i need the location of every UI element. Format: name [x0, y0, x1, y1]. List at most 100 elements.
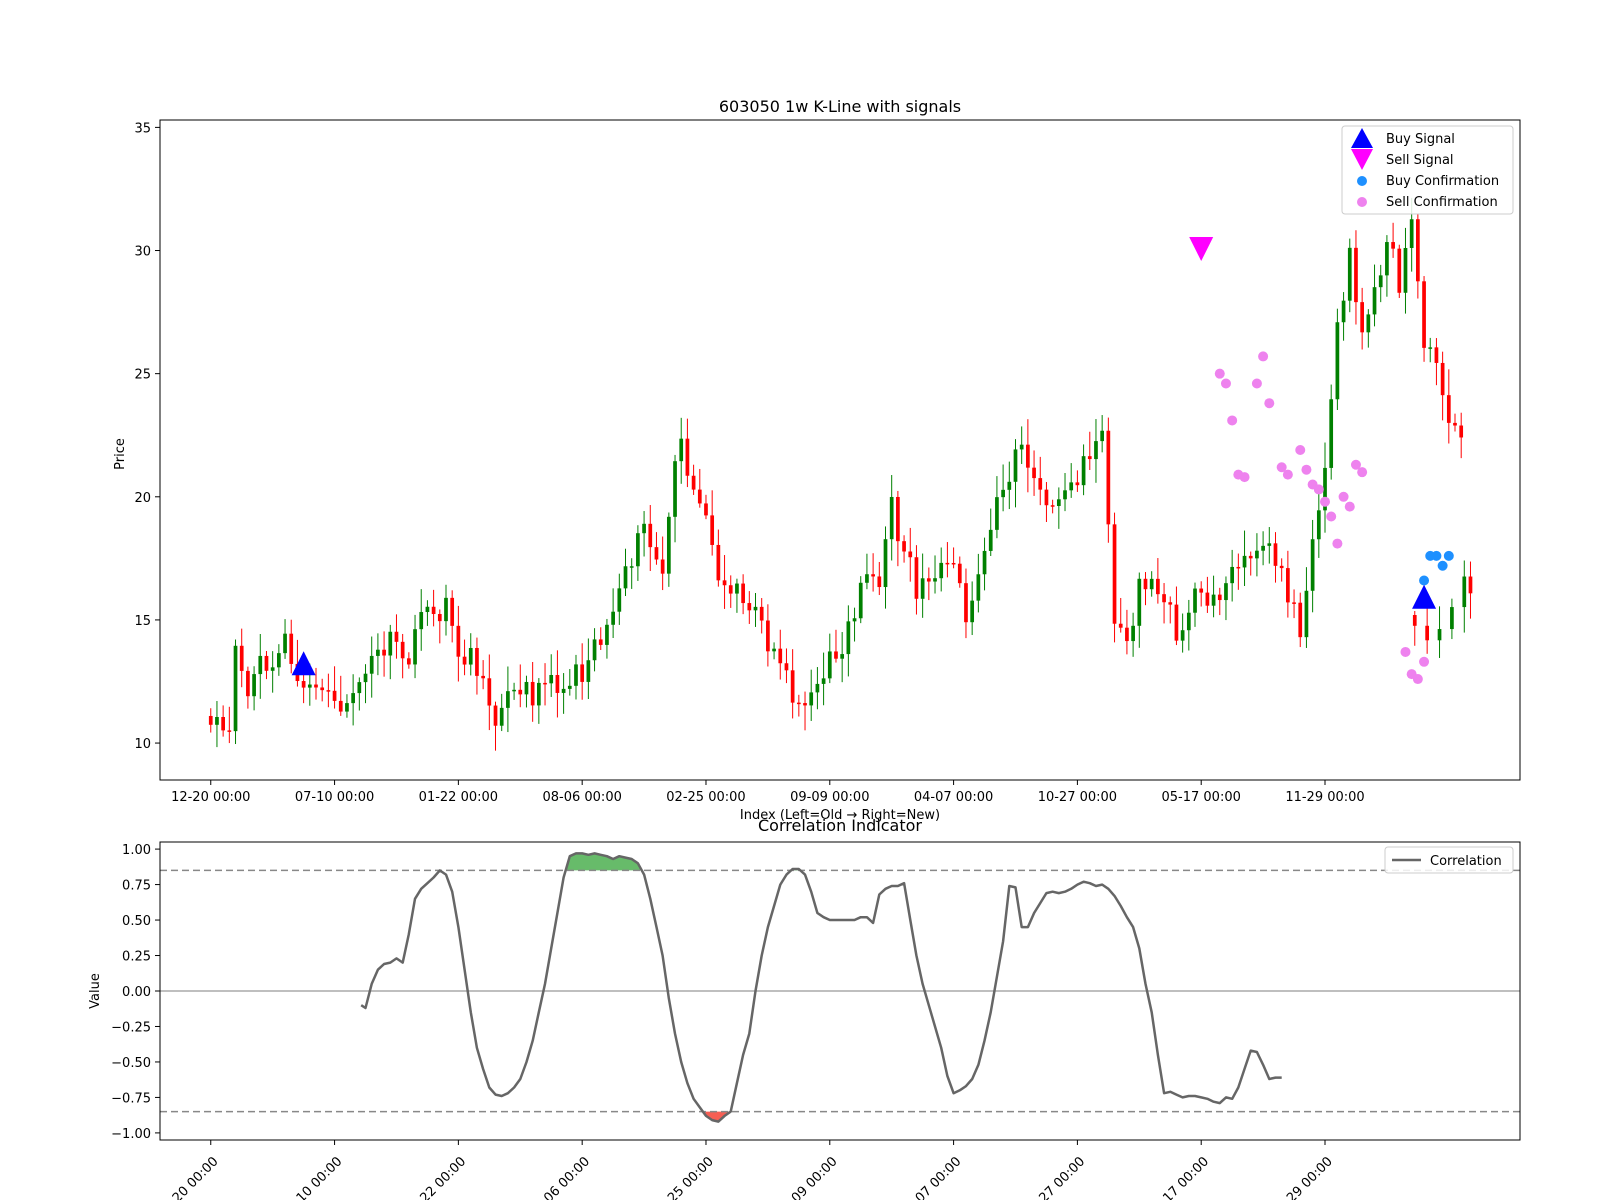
kline-y-tick-label: 15: [134, 614, 151, 629]
sell-confirmation-point: [1320, 496, 1331, 507]
candle-body: [394, 631, 399, 642]
candle-body: [567, 685, 572, 689]
candle-body: [215, 716, 219, 725]
sell-confirmation-point: [1338, 491, 1349, 502]
candle-body: [1205, 592, 1210, 606]
candle-body: [351, 693, 355, 704]
candle-body: [945, 562, 950, 565]
candle-body: [976, 574, 981, 601]
candle-body: [1440, 362, 1445, 396]
sell-confirmation-point: [1239, 472, 1250, 483]
sell-confirmation-point: [1400, 646, 1411, 657]
candle-body: [1056, 499, 1061, 507]
candle-body: [1261, 545, 1265, 551]
candle-body: [1335, 322, 1340, 400]
candle-body: [815, 683, 820, 693]
candle-body: [530, 681, 535, 706]
candle-body: [1450, 607, 1454, 630]
candle-body: [1186, 612, 1191, 631]
candle-body: [1075, 482, 1080, 486]
candle-body: [1087, 456, 1092, 460]
correlation-y-tick-label: −0.25: [111, 1020, 151, 1035]
kline-y-tick-label: 20: [134, 491, 151, 506]
candle-body: [660, 559, 665, 574]
candle-body: [1391, 242, 1395, 249]
candle-body: [1026, 444, 1030, 468]
candle-body: [926, 578, 931, 582]
candle-body: [623, 566, 628, 589]
candle-body: [1032, 467, 1036, 479]
figure: 603050 1w K-Line with signals Price Inde…: [0, 0, 1600, 1200]
candle-body: [289, 633, 294, 664]
candle-body: [270, 667, 275, 671]
candle-body: [276, 653, 281, 668]
candle-body: [957, 563, 962, 584]
candle-body: [444, 597, 448, 622]
sell-confirmation-point: [1258, 351, 1269, 362]
candle-body: [1279, 565, 1284, 569]
candle-body: [239, 645, 244, 671]
candle-body: [902, 541, 906, 552]
kline-x-tick-label: 08-06 00:00: [542, 790, 621, 805]
sell-confirmation-point: [1214, 368, 1225, 379]
candle-body: [1446, 395, 1451, 423]
candle-body: [1248, 555, 1253, 559]
candle-body: [357, 682, 362, 694]
candle-body: [735, 583, 739, 594]
candle-body: [747, 603, 752, 611]
candle-body: [425, 606, 430, 613]
candle-body: [1468, 576, 1473, 594]
candle-body: [493, 705, 498, 726]
sell-confirmation-point: [1227, 415, 1238, 426]
candle-body: [1019, 444, 1024, 450]
candle-body: [1230, 566, 1235, 584]
candle-body: [605, 624, 609, 645]
candle-body: [1069, 482, 1074, 491]
candle-body: [636, 533, 640, 567]
candle-body: [1428, 347, 1433, 349]
candle-body: [1310, 539, 1315, 591]
candle-body: [914, 557, 919, 599]
candle-body: [1106, 430, 1111, 525]
candle-body: [475, 647, 479, 676]
sell-confirmation-point: [1220, 378, 1231, 389]
candle-body: [759, 606, 764, 621]
candle-body: [1360, 302, 1365, 333]
candle-body: [561, 688, 566, 693]
candle-body: [666, 516, 671, 574]
candle-body: [1397, 248, 1402, 293]
candle-body: [314, 684, 318, 688]
candle-body: [506, 691, 510, 708]
candle-body: [827, 651, 832, 679]
candle-body: [549, 674, 554, 684]
candle-body: [933, 578, 937, 582]
candle-body: [499, 707, 504, 726]
buy-confirmation-point: [1431, 550, 1442, 561]
kline-x-tick-label: 07-10 00:00: [295, 790, 374, 805]
candle-body: [1001, 489, 1005, 498]
candle-body: [1412, 615, 1417, 626]
candle-body: [1273, 543, 1278, 566]
candle-body: [326, 690, 331, 692]
candle-body: [1013, 449, 1018, 482]
candle-body: [982, 550, 987, 575]
candle-body: [487, 678, 492, 706]
candle-body: [840, 654, 845, 659]
candle-body: [1211, 594, 1216, 606]
kline-ylabel: Price: [113, 438, 128, 470]
candle-body: [970, 600, 975, 623]
legend-buy-confirmation-marker: [1357, 176, 1367, 186]
candle-body: [704, 503, 708, 516]
candle-body: [877, 576, 882, 588]
candle-body: [320, 687, 325, 691]
candle-body: [221, 716, 225, 731]
correlation-legend: Correlation: [1384, 846, 1514, 874]
candle-body: [524, 681, 529, 695]
candle-body: [406, 658, 411, 665]
candle-body: [1094, 441, 1098, 460]
candle-body: [1462, 576, 1467, 608]
candle-body: [1434, 347, 1439, 363]
candle-body: [716, 544, 721, 581]
candle-body: [722, 580, 727, 586]
candle-body: [988, 529, 993, 551]
